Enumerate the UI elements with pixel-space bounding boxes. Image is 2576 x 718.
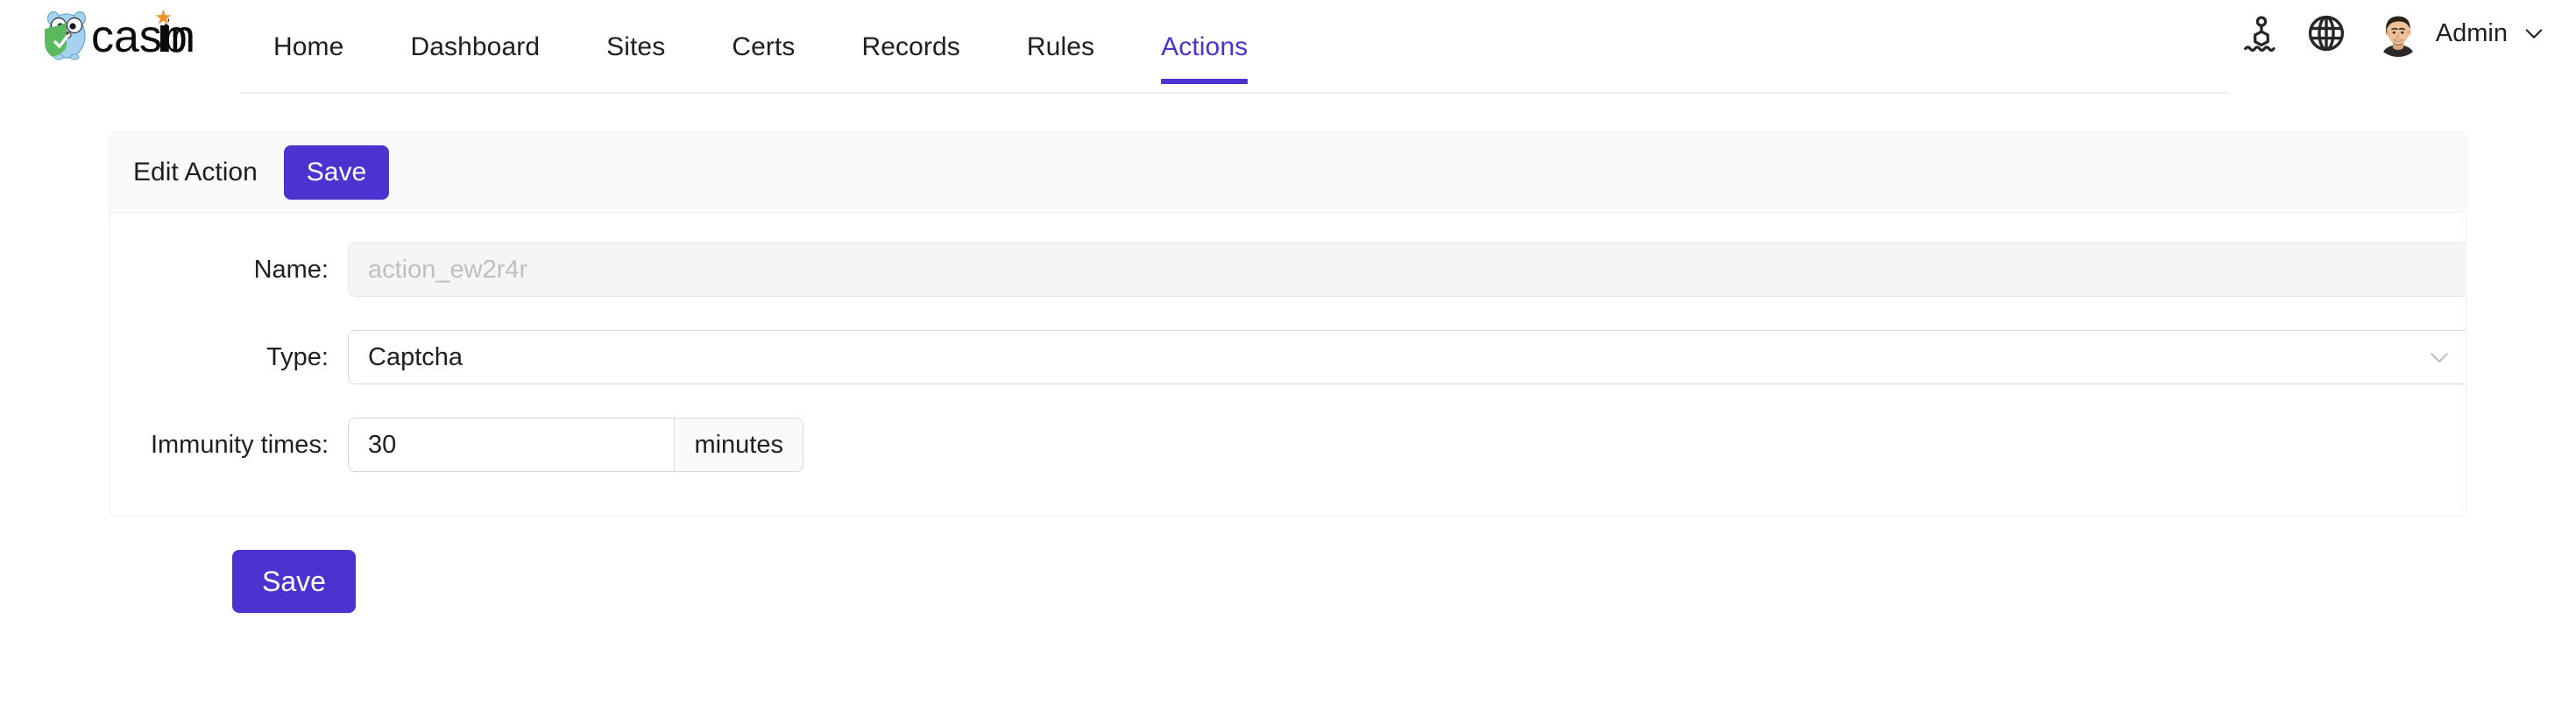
name-input[interactable]: action_ew2r4r	[348, 243, 2466, 297]
immunity-times-label: Immunity times:	[133, 431, 348, 460]
nav-item-rules[interactable]: Rules	[994, 0, 1128, 94]
nav-item-records[interactable]: Records	[829, 0, 994, 94]
name-label: Name:	[133, 256, 348, 285]
page-title: Edit Action	[133, 158, 258, 187]
share-alt-icon-glyph	[2241, 13, 2282, 53]
type-select-value: Captcha	[368, 343, 463, 372]
immunity-times-input-group: 30 minutes	[348, 418, 803, 472]
card-body: Name: action_ew2r4r Type: Captcha	[110, 213, 2466, 516]
top-navigation-bar: casb n Home Dashboard Sites Certs Record…	[0, 0, 2576, 105]
globe-icon-glyph	[2305, 12, 2347, 54]
edit-action-card: Edit Action Save Name: action_ew2r4r Typ…	[110, 131, 2466, 517]
share-alt-icon[interactable]	[2229, 0, 2294, 67]
casbin-gopher-shield-logo-icon: casb n	[37, 6, 209, 60]
type-select[interactable]: Captcha	[348, 330, 2466, 384]
chevron-down-icon-glyph	[2522, 21, 2546, 46]
nav-left-section: casb n	[0, 0, 209, 67]
nav-item-actions[interactable]: Actions	[1128, 0, 1281, 94]
save-button-footer[interactable]: Save	[232, 550, 356, 613]
footer-actions: Save	[232, 550, 2576, 613]
form-row-type: Type: Captcha	[110, 330, 2466, 384]
form-row-name: Name: action_ew2r4r	[110, 243, 2466, 297]
nav-right-section: Admin	[2229, 0, 2576, 67]
nav-item-dashboard[interactable]: Dashboard	[377, 0, 573, 94]
username-label[interactable]: Admin	[2436, 19, 2508, 48]
chevron-down-icon[interactable]	[2426, 344, 2452, 370]
immunity-times-input[interactable]: 30	[348, 418, 674, 472]
casbin-logo[interactable]: casb n	[37, 0, 209, 67]
globe-icon[interactable]	[2294, 0, 2359, 67]
page-content: Edit Action Save Name: action_ew2r4r Typ…	[0, 131, 2576, 613]
avatar[interactable]	[2374, 10, 2422, 57]
form-row-immunity-times: Immunity times: 30 minutes	[110, 418, 2466, 472]
chevron-down-icon-glyph	[2426, 344, 2452, 370]
name-control: action_ew2r4r	[348, 243, 2466, 297]
main-menu: Home Dashboard Sites Certs Records Rules…	[240, 0, 2229, 105]
save-button-header[interactable]: Save	[284, 145, 389, 200]
type-control: Captcha	[348, 330, 2466, 384]
nav-item-certs[interactable]: Certs	[698, 0, 828, 94]
immunity-times-control: 30 minutes	[348, 418, 803, 472]
svg-text:n: n	[170, 11, 195, 60]
nav-item-sites[interactable]: Sites	[573, 0, 698, 94]
type-label: Type:	[133, 343, 348, 372]
immunity-times-unit-addon: minutes	[674, 418, 803, 472]
user-avatar-photo	[2374, 10, 2422, 57]
card-header: Edit Action Save	[110, 132, 2466, 213]
nav-item-home[interactable]: Home	[240, 0, 377, 94]
chevron-down-icon[interactable]	[2522, 21, 2546, 46]
